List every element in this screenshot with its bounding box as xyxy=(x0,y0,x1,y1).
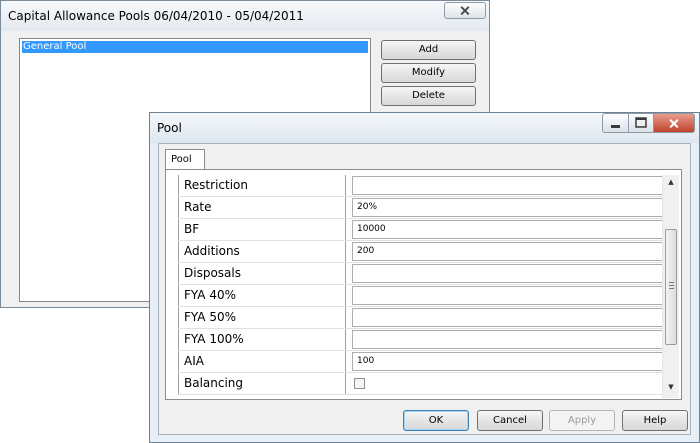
maximize-icon xyxy=(635,117,647,128)
table-row: AIA 100 xyxy=(178,351,663,373)
fya-50-field[interactable] xyxy=(352,308,663,327)
vertical-scrollbar[interactable]: ▲ ▼ xyxy=(662,175,679,398)
tab-pool[interactable]: Pool xyxy=(165,149,205,170)
bf-field[interactable]: 10000 xyxy=(352,220,663,239)
cancel-button[interactable]: Cancel xyxy=(477,410,543,431)
balancing-checkbox[interactable] xyxy=(354,378,365,389)
pools-window-title: Capital Allowance Pools 06/04/2010 - 05/… xyxy=(8,9,304,23)
rate-field[interactable]: 20% xyxy=(352,198,663,217)
table-row: Restriction xyxy=(178,175,663,197)
down-arrow-icon[interactable]: ▼ xyxy=(663,380,679,394)
apply-button[interactable]: Apply xyxy=(549,410,615,431)
fya-100-field[interactable] xyxy=(352,330,663,349)
table-row: Rate 20% xyxy=(178,197,663,219)
close-icon xyxy=(669,118,679,129)
minimize-button[interactable] xyxy=(602,113,629,133)
pool-dialog-client: Pool Restriction Rate 20% BF 10000 Addit… xyxy=(158,143,691,435)
table-row: Balancing charge/allowance xyxy=(178,373,663,398)
row-label: FYA 50% xyxy=(178,307,346,328)
pool-dialog-title: Pool xyxy=(157,121,182,135)
minimize-icon xyxy=(611,125,620,128)
add-button[interactable]: Add xyxy=(381,40,476,60)
close-icon xyxy=(460,6,470,16)
delete-button[interactable]: Delete xyxy=(381,86,476,106)
row-label: Rate xyxy=(178,197,346,218)
properties-grid: Restriction Rate 20% BF 10000 Additions … xyxy=(178,175,663,398)
pools-window-titlebar[interactable]: Capital Allowance Pools 06/04/2010 - 05/… xyxy=(1,1,489,31)
pool-tab-panel: Restriction Rate 20% BF 10000 Additions … xyxy=(165,169,682,400)
additions-field[interactable]: 200 xyxy=(352,242,663,261)
list-item-general-pool[interactable]: General Pool xyxy=(22,41,368,53)
grip-line xyxy=(669,285,674,286)
table-row: Disposals xyxy=(178,263,663,285)
row-label: Restriction xyxy=(178,175,346,196)
modify-button[interactable]: Modify xyxy=(381,63,476,83)
row-label: FYA 100% xyxy=(178,329,346,350)
grip-line xyxy=(669,288,674,289)
grip-line xyxy=(669,282,674,283)
row-label: Additions xyxy=(178,241,346,262)
table-row: FYA 50% xyxy=(178,307,663,329)
row-label: FYA 40% xyxy=(178,285,346,306)
pool-dialog-close-button[interactable] xyxy=(653,113,695,133)
restriction-field[interactable] xyxy=(352,176,663,195)
ok-button[interactable]: OK xyxy=(403,410,469,431)
table-row: FYA 100% xyxy=(178,329,663,351)
fya-40-field[interactable] xyxy=(352,286,663,305)
table-row: FYA 40% xyxy=(178,285,663,307)
aia-field[interactable]: 100 xyxy=(352,352,663,371)
row-label: AIA xyxy=(178,351,346,372)
help-button[interactable]: Help xyxy=(622,410,688,431)
pool-dialog-titlebar[interactable]: Pool xyxy=(150,113,699,143)
disposals-field[interactable] xyxy=(352,264,663,283)
pools-window-close-button[interactable] xyxy=(444,2,486,19)
row-label: Disposals xyxy=(178,263,346,284)
row-label: Balancing charge/allowance xyxy=(178,373,346,398)
maximize-button[interactable] xyxy=(628,113,654,133)
table-row: BF 10000 xyxy=(178,219,663,241)
scrollbar-thumb[interactable] xyxy=(665,229,677,345)
table-row: Additions 200 xyxy=(178,241,663,263)
pool-dialog: Pool Pool Restriction Rate 20% BF 10000 … xyxy=(149,112,700,443)
row-label: BF xyxy=(178,219,346,240)
up-arrow-icon[interactable]: ▲ xyxy=(663,175,679,189)
